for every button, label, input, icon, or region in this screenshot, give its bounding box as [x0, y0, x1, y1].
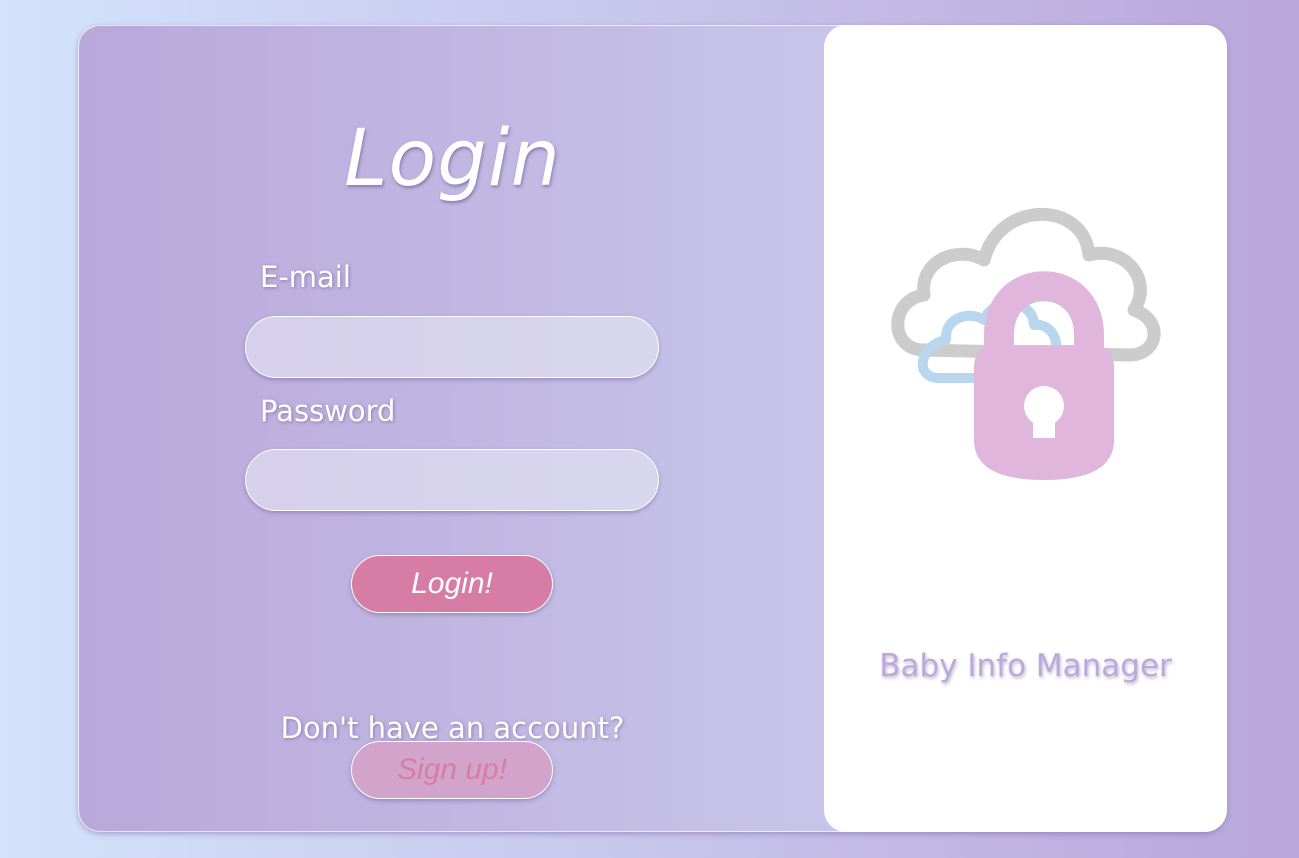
app-name: Baby Info Manager — [879, 648, 1172, 684]
brand-panel: Baby Info Manager — [824, 25, 1227, 832]
email-field[interactable] — [245, 316, 659, 378]
signup-prompt: Don't have an account? — [280, 711, 625, 745]
login-button[interactable]: Login! — [351, 555, 553, 613]
signup-button[interactable]: Sign up! — [351, 741, 553, 799]
email-label: E-mail — [260, 260, 351, 294]
password-field[interactable] — [245, 449, 659, 511]
page-title: Login — [344, 114, 561, 204]
password-label: Password — [260, 394, 396, 428]
cloud-lock-icon — [891, 207, 1161, 480]
keyhole-slot-shape — [1033, 410, 1055, 438]
